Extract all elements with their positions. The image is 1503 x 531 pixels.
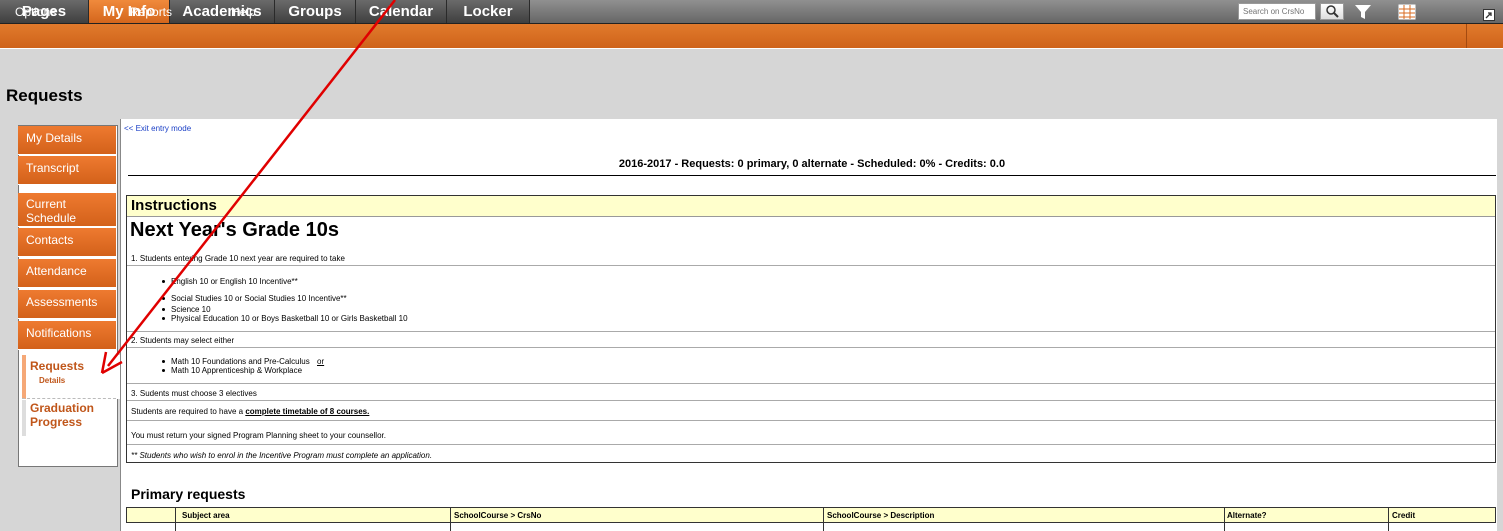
annotation-arrow	[100, 0, 396, 375]
annotation-arrow-shaft	[107, 0, 396, 367]
